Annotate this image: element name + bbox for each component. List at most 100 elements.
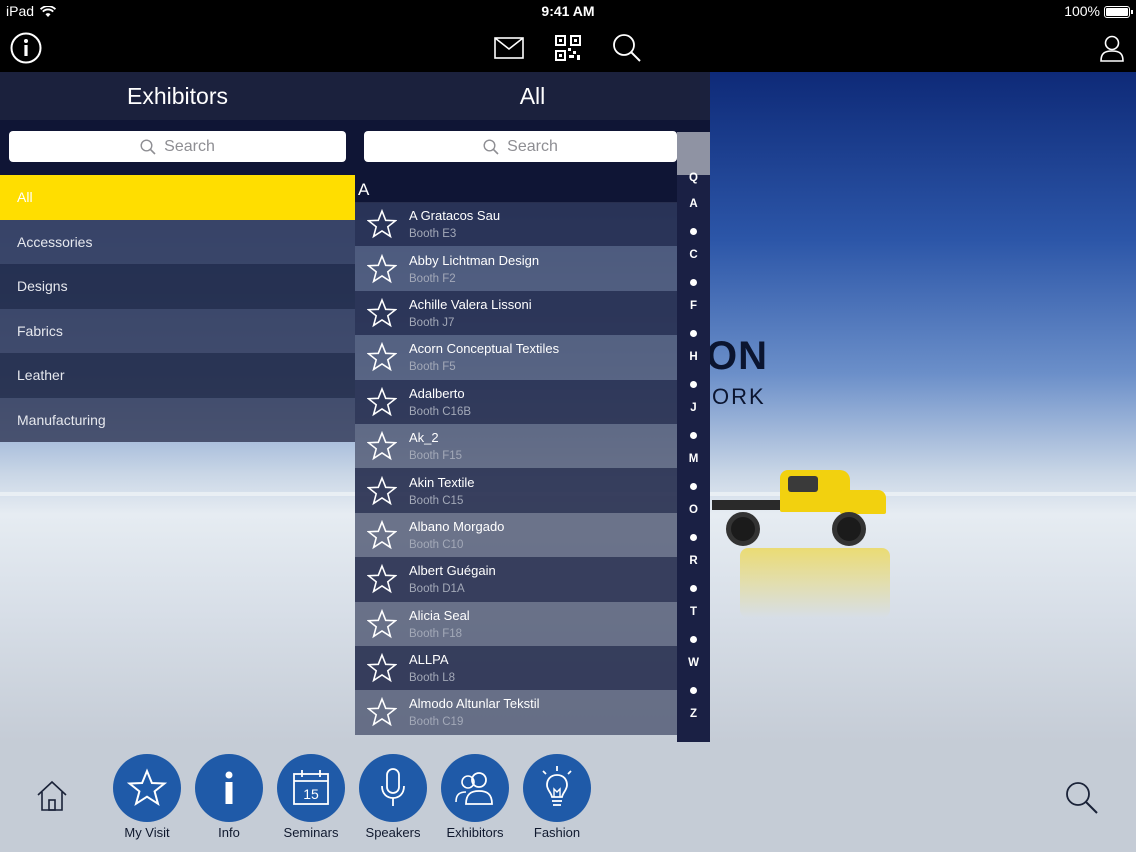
- index-dot[interactable]: [690, 483, 697, 490]
- index-letter[interactable]: W: [677, 657, 710, 669]
- category-search-input[interactable]: Search: [9, 131, 346, 162]
- category-search-bar: Search: [0, 120, 355, 175]
- index-dot[interactable]: [690, 636, 697, 643]
- truck-wheel: [726, 512, 760, 546]
- exhibitor-name: ALLPA: [409, 652, 449, 668]
- user-icon[interactable]: [1095, 31, 1129, 65]
- tab-fashion[interactable]: [523, 754, 591, 822]
- index-letter[interactable]: J: [677, 402, 710, 414]
- exhibitor-booth: Booth D1A: [409, 583, 465, 596]
- exhibitor-row[interactable]: Adalberto Booth C16B: [355, 379, 677, 424]
- exhibitor-row[interactable]: Almodo Altunlar Tekstil Booth C19: [355, 690, 677, 735]
- category-item-leather[interactable]: Leather: [0, 353, 355, 398]
- exhibitor-list: A Gratacos Sau Booth E3 Abby Lichtman Desi…: [355, 202, 677, 735]
- brand-subtext: ORK: [712, 384, 766, 409]
- category-item-fabrics[interactable]: Fabrics: [0, 308, 355, 353]
- exhibitor-name: Acorn Conceptual Textiles: [409, 341, 560, 357]
- tab-info[interactable]: [195, 754, 263, 822]
- index-letter[interactable]: H: [677, 351, 710, 363]
- index-letter[interactable]: C: [677, 249, 710, 261]
- tab-label: Exhibitors: [446, 825, 504, 840]
- favorite-star-icon[interactable]: [355, 653, 409, 683]
- microphone-icon: [381, 768, 405, 806]
- category-item-accessories[interactable]: Accessories: [0, 219, 355, 264]
- truck-hood: [840, 490, 886, 514]
- category-item-designs[interactable]: Designs: [0, 264, 355, 309]
- category-item-manufacturing[interactable]: Manufacturing: [0, 397, 355, 442]
- category-panel: Exhibitors Search All Accessories Design…: [0, 72, 355, 442]
- home-icon[interactable]: [34, 778, 70, 819]
- favorite-star-icon[interactable]: [355, 386, 409, 417]
- exhibitor-search-bar: Search: [355, 120, 710, 175]
- index-letter[interactable]: T: [677, 606, 710, 618]
- alphabet-index[interactable]: Q A C F H J M O R T W Z: [677, 132, 710, 742]
- tab-my-visit[interactable]: [113, 754, 181, 822]
- search-icon[interactable]: [610, 31, 644, 65]
- exhibitor-name: Ak_2: [409, 430, 439, 446]
- tab-seminars[interactable]: 15: [277, 754, 345, 822]
- index-dot[interactable]: [690, 330, 697, 337]
- index-letter[interactable]: O: [677, 504, 710, 516]
- exhibitor-search-input[interactable]: Search: [364, 131, 677, 162]
- index-dot[interactable]: [690, 432, 697, 439]
- index-dot[interactable]: [690, 228, 697, 235]
- exhibitor-name: Abby Lichtman Design: [409, 252, 540, 268]
- favorite-star-icon[interactable]: [355, 253, 409, 284]
- exhibitor-row[interactable]: A Gratacos Sau Booth E3: [355, 202, 677, 247]
- exhibitor-row[interactable]: Akin Textile Booth C15: [355, 468, 677, 513]
- index-search-icon[interactable]: Q: [677, 172, 710, 184]
- exhibitor-row[interactable]: Acorn Conceptual Textiles Booth F5: [355, 335, 677, 380]
- favorite-star-icon[interactable]: [355, 431, 409, 461]
- favorite-star-icon[interactable]: [355, 475, 409, 506]
- favorite-star-icon[interactable]: [355, 209, 409, 239]
- index-dot[interactable]: [690, 585, 697, 592]
- search-icon[interactable]: [1064, 780, 1100, 821]
- exhibitor-name: Albano Morgado: [409, 518, 505, 534]
- exhibitor-row[interactable]: ALLPA Booth L8: [355, 645, 677, 691]
- battery-icon: [1104, 6, 1133, 18]
- index-letter[interactable]: A: [677, 198, 710, 210]
- exhibitor-name: Almodo Altunlar Tekstil: [409, 696, 540, 712]
- status-bar: iPad 9:41 AM 100%: [0, 0, 1136, 24]
- info-icon[interactable]: [9, 31, 43, 65]
- truck-window: [788, 476, 818, 492]
- battery-percent: 100%: [1064, 3, 1100, 19]
- favorite-star-icon[interactable]: [355, 608, 409, 639]
- clock: 9:41 AM: [541, 3, 595, 19]
- exhibitor-booth: Booth L8: [409, 672, 456, 685]
- index-letter[interactable]: M: [677, 453, 710, 465]
- favorite-star-icon[interactable]: [355, 342, 409, 372]
- qr-code-icon[interactable]: [551, 31, 585, 65]
- category-label: Accessories: [17, 233, 93, 250]
- exhibitor-row[interactable]: Abby Lichtman Design Booth F2: [355, 246, 677, 291]
- favorite-star-icon[interactable]: [355, 297, 409, 328]
- exhibitor-row[interactable]: Achille Valera Lissoni Booth J7: [355, 290, 677, 336]
- mail-icon[interactable]: [492, 31, 526, 65]
- index-dot[interactable]: [690, 381, 697, 388]
- index-scroll-thumb[interactable]: [677, 132, 710, 175]
- category-panel-title: Exhibitors: [0, 72, 355, 120]
- favorite-star-icon[interactable]: [355, 697, 409, 727]
- index-letter[interactable]: F: [677, 300, 710, 312]
- exhibitor-booth: Booth C16B: [409, 405, 472, 418]
- exhibitor-name: A Gratacos Sau: [409, 208, 501, 224]
- index-dot[interactable]: [690, 279, 697, 286]
- category-label: Leather: [17, 367, 65, 384]
- index-letter[interactable]: R: [677, 555, 710, 567]
- exhibitor-row[interactable]: Ak_2 Booth F15: [355, 423, 677, 469]
- exhibitor-row[interactable]: Albert Guégain Booth D1A: [355, 557, 677, 602]
- tab-speakers[interactable]: [359, 754, 427, 822]
- exhibitor-list-title: All: [355, 72, 710, 120]
- index-letter[interactable]: Z: [677, 708, 710, 720]
- bottom-tab-bar: My Visit Info 15 Seminars Speakers Exhib…: [0, 742, 1136, 852]
- tab-exhibitors[interactable]: [441, 754, 509, 822]
- favorite-star-icon[interactable]: [355, 564, 409, 594]
- exhibitor-row[interactable]: Albano Morgado Booth C10: [355, 512, 677, 558]
- category-label: Manufacturing: [17, 411, 106, 428]
- index-dot[interactable]: [690, 534, 697, 541]
- favorite-star-icon[interactable]: [355, 519, 409, 550]
- category-item-all[interactable]: All: [0, 175, 355, 220]
- calendar-day: 15: [303, 786, 319, 802]
- index-dot[interactable]: [690, 687, 697, 694]
- exhibitor-row[interactable]: Alicia Seal Booth F18: [355, 601, 677, 646]
